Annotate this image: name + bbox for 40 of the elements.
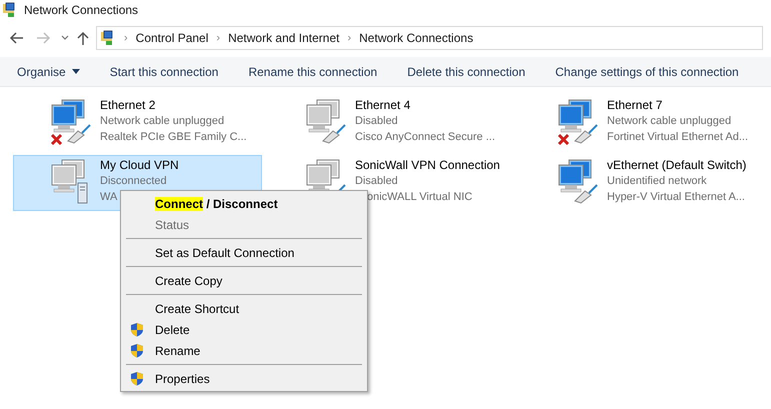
adapter-name: Hyper-V Virtual Ethernet A... xyxy=(607,190,746,205)
menu-item[interactable]: Set as Default Connection xyxy=(155,244,294,262)
connection-status: Unidentified network xyxy=(607,174,708,189)
menu-item[interactable]: Rename xyxy=(155,342,200,360)
toolbar-button[interactable]: Rename this connection xyxy=(248,62,378,80)
organise-menu[interactable]: Organise xyxy=(17,62,80,80)
breadcrumb-separator: › xyxy=(216,30,220,46)
breadcrumb-item[interactable]: Network Connections xyxy=(359,29,474,47)
connection-status: Network cable unplugged xyxy=(607,114,732,129)
chevron-down-icon[interactable] xyxy=(60,34,70,42)
breadcrumb-separator: › xyxy=(347,30,352,46)
connection-status: Network cable unplugged xyxy=(100,114,226,129)
menu-item[interactable]: Delete xyxy=(155,320,190,338)
connection-status: Disabled xyxy=(355,174,399,189)
menu-item[interactable]: Create Shortcut xyxy=(155,300,240,318)
connection-status: Disabled xyxy=(355,114,399,129)
connection-name: Ethernet 7 xyxy=(607,97,664,113)
connection-name: SonicWall VPN Connection xyxy=(355,157,500,173)
toolbar-button[interactable]: Delete this connection xyxy=(407,62,526,80)
adapter-name: Realtek PCIe GBE Family C... xyxy=(100,130,247,145)
connection-name: vEthernet (Default Switch) xyxy=(607,157,746,173)
dropdown-caret-icon xyxy=(72,69,80,74)
adapter-name: Fortinet Virtual Ethernet Ad... xyxy=(607,130,748,145)
adapter-name: Cisco AnyConnect Secure ... xyxy=(355,130,496,145)
back-icon[interactable] xyxy=(8,31,24,45)
address-bar[interactable]: › Control Panel › Network and Internet › Network Connections xyxy=(96,26,763,50)
menu-item[interactable]: Properties xyxy=(155,370,210,388)
connection-name: Ethernet 2 xyxy=(100,97,156,113)
toolbar-button[interactable]: Start this connection xyxy=(110,62,218,80)
adapter-name: onicWALL Virtual NIC xyxy=(366,190,474,205)
menu-item[interactable]: Create Copy xyxy=(155,272,222,290)
toolbar-button[interactable]: Change settings of this connection xyxy=(555,62,739,80)
up-arrow-icon[interactable] xyxy=(76,30,90,46)
connection-name: Ethernet 4 xyxy=(355,97,412,113)
connection-status: Disconnected xyxy=(100,174,168,189)
breadcrumb-item[interactable]: Network and Internet xyxy=(228,29,340,47)
window-title: Network Connections xyxy=(24,2,138,19)
connection-name: My Cloud VPN xyxy=(100,157,179,173)
breadcrumb-item[interactable]: Control Panel xyxy=(136,29,208,47)
breadcrumb-separator: › xyxy=(124,30,128,46)
